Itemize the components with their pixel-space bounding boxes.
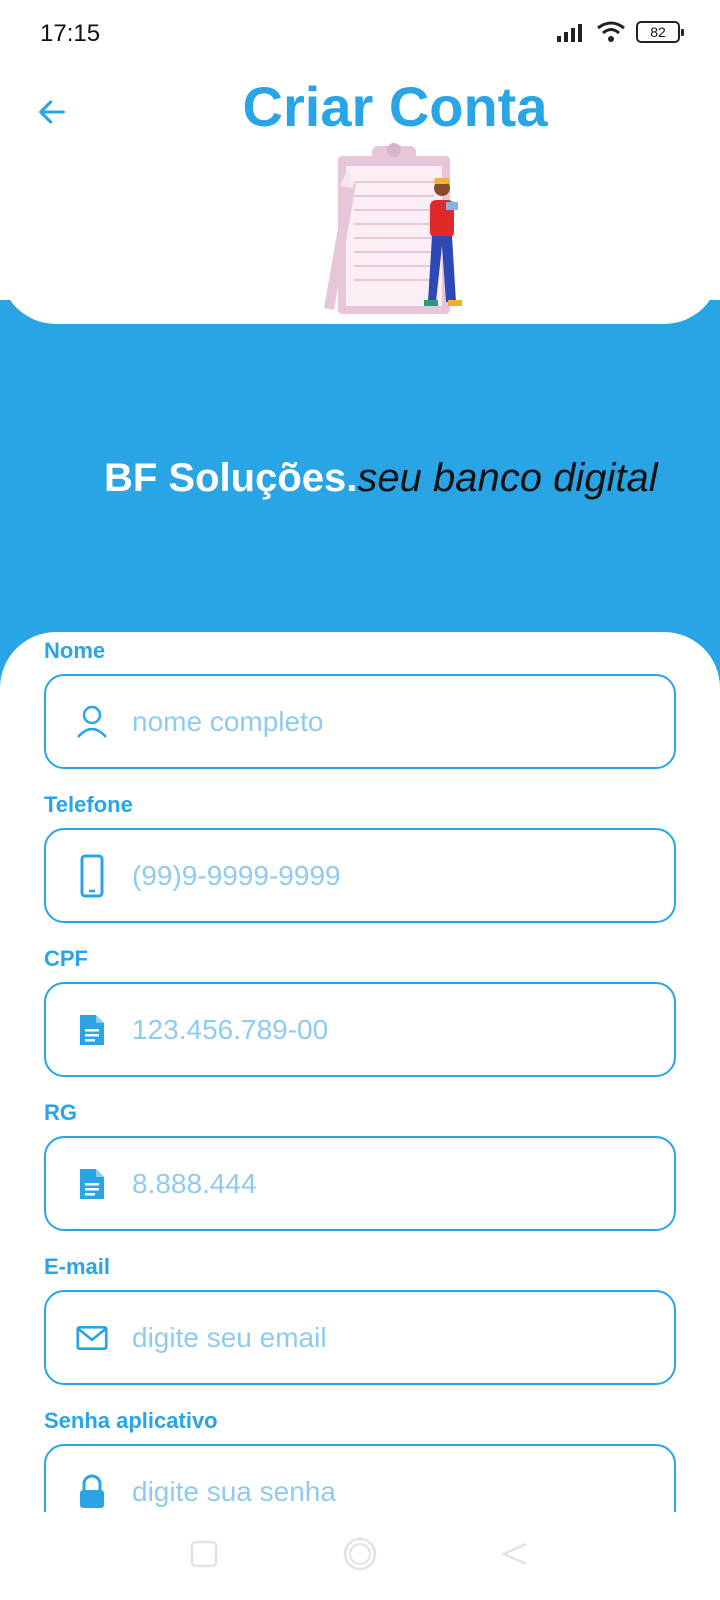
status-time: 17:15 <box>40 20 101 47</box>
wifi-icon <box>597 21 625 42</box>
field-label: Telefone <box>44 792 133 817</box>
rg-input-box[interactable] <box>44 1136 676 1231</box>
recent-apps-button[interactable] <box>182 1532 226 1576</box>
phone-input[interactable] <box>132 859 612 892</box>
brand-tagline: seu banco digital <box>357 456 658 500</box>
field-label: CPF <box>44 946 88 971</box>
field-senha: Senha aplicativo <box>44 1408 676 1512</box>
triangle-back-icon <box>500 1542 527 1566</box>
circle-icon <box>343 1537 377 1571</box>
phone-input-box[interactable] <box>44 828 676 923</box>
signup-form: Nome Telefone CPF RG <box>0 632 720 1512</box>
field-label: Senha aplicativo <box>44 1408 218 1433</box>
rg-input[interactable] <box>132 1167 612 1200</box>
document-icon <box>76 1168 108 1200</box>
field-cpf: CPF <box>44 946 676 1077</box>
home-button[interactable] <box>338 1532 382 1576</box>
password-input[interactable] <box>132 1475 612 1508</box>
phone-icon <box>76 854 108 897</box>
battery-icon: 82 <box>636 21 684 43</box>
brand-slogan: BF Soluções.seu banco digital <box>104 456 658 501</box>
email-input[interactable] <box>132 1321 612 1354</box>
field-nome: Nome <box>44 638 676 769</box>
document-icon <box>76 1014 108 1046</box>
brand-name: BF Soluções. <box>104 456 358 500</box>
cpf-input[interactable] <box>132 1013 612 1046</box>
field-label: E-mail <box>44 1254 111 1279</box>
signal-icon <box>557 24 582 42</box>
field-label: Nome <box>44 638 106 663</box>
status-bar: 17:15 82 <box>0 0 720 64</box>
field-label: RG <box>44 1100 77 1125</box>
square-icon <box>190 1540 218 1568</box>
password-input-box[interactable] <box>44 1444 676 1512</box>
clipboard-illustration <box>324 143 462 314</box>
cpf-input-box[interactable] <box>44 982 676 1077</box>
name-input[interactable] <box>132 705 612 738</box>
lock-icon <box>76 1474 108 1508</box>
name-input-box[interactable] <box>44 674 676 769</box>
mail-icon <box>76 1322 108 1354</box>
status-icons: 82 <box>556 20 684 44</box>
navigation-bar <box>0 1512 720 1600</box>
back-nav-button[interactable] <box>492 1532 536 1576</box>
field-rg: RG <box>44 1100 676 1231</box>
email-input-box[interactable] <box>44 1290 676 1385</box>
person-icon <box>76 705 108 738</box>
field-telefone: Telefone <box>44 792 676 923</box>
page-title: Criar Conta <box>242 75 548 138</box>
field-email: E-mail <box>44 1254 676 1385</box>
